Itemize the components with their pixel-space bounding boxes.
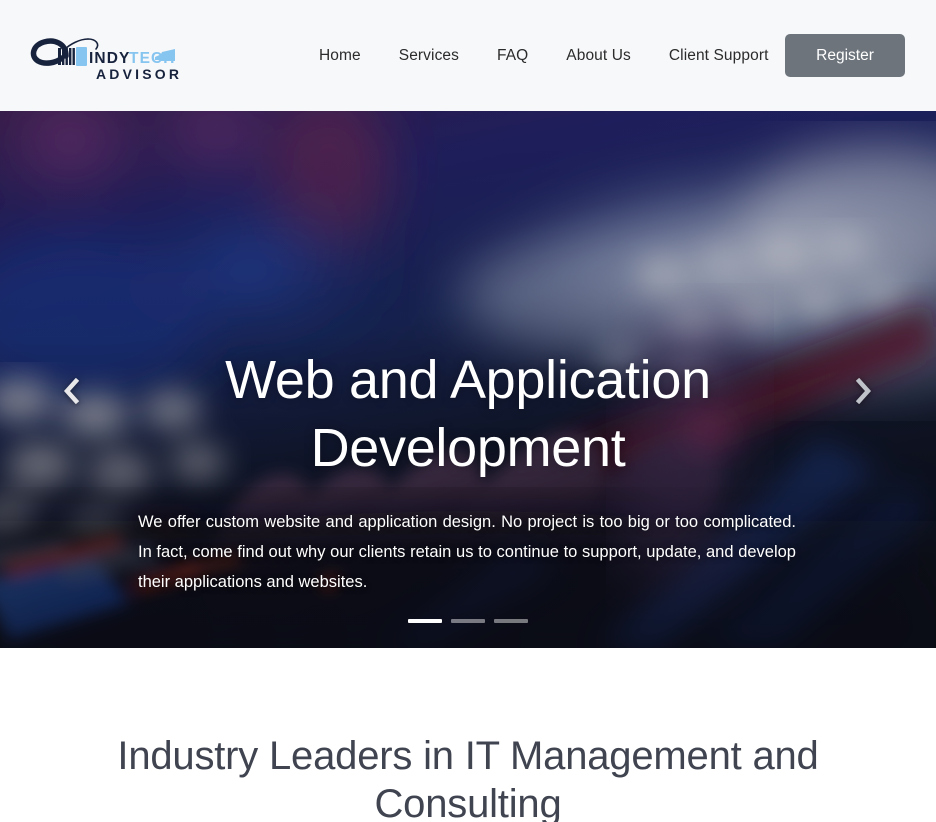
nav-item-about-us[interactable]: About Us	[547, 0, 650, 111]
hero-slide: Web and Application Development We offer…	[0, 111, 936, 648]
hero-title: Web and Application Development	[118, 347, 818, 482]
nav-item-home[interactable]: Home	[300, 0, 380, 111]
carousel-indicators	[0, 619, 936, 623]
carousel-indicator-2[interactable]	[451, 619, 485, 623]
chevron-left-icon	[63, 378, 79, 404]
carousel-indicator-1[interactable]	[408, 619, 442, 623]
nav-item-client-support[interactable]: Client Support	[650, 0, 788, 111]
main-nav: Home Services FAQ About Us Client Suppor…	[300, 0, 787, 111]
carousel-next-button[interactable]	[843, 365, 885, 417]
hero-title-line-2: Development	[310, 417, 626, 478]
svg-text:INDY: INDY	[89, 50, 130, 67]
hero-carousel: Web and Application Development We offer…	[0, 111, 936, 648]
section-heading-line-1: Industry Leaders in IT Management and	[117, 734, 819, 778]
nav-item-faq[interactable]: FAQ	[478, 0, 547, 111]
carousel-prev-button[interactable]	[50, 365, 92, 417]
site-header: INDY TECH ADVISOR Home Services FAQ Abou…	[0, 0, 936, 111]
hero-paragraph: We offer custom website and application …	[138, 513, 796, 591]
chevron-right-icon	[856, 378, 872, 404]
brand-logo[interactable]: INDY TECH ADVISOR	[14, 30, 179, 82]
register-button[interactable]: Register	[785, 34, 905, 77]
network-cable-icon: INDY TECH ADVISOR	[30, 38, 179, 82]
hero-title-line-1: Web and Application	[225, 350, 711, 410]
svg-text:ADVISOR: ADVISOR	[96, 66, 179, 82]
section-heading: Industry Leaders in IT Management and Co…	[88, 732, 848, 822]
intro-section: Industry Leaders in IT Management and Co…	[0, 648, 936, 822]
carousel-indicator-3[interactable]	[494, 619, 528, 623]
section-heading-line-2: Consulting	[374, 782, 562, 822]
nav-item-services[interactable]: Services	[380, 0, 478, 111]
